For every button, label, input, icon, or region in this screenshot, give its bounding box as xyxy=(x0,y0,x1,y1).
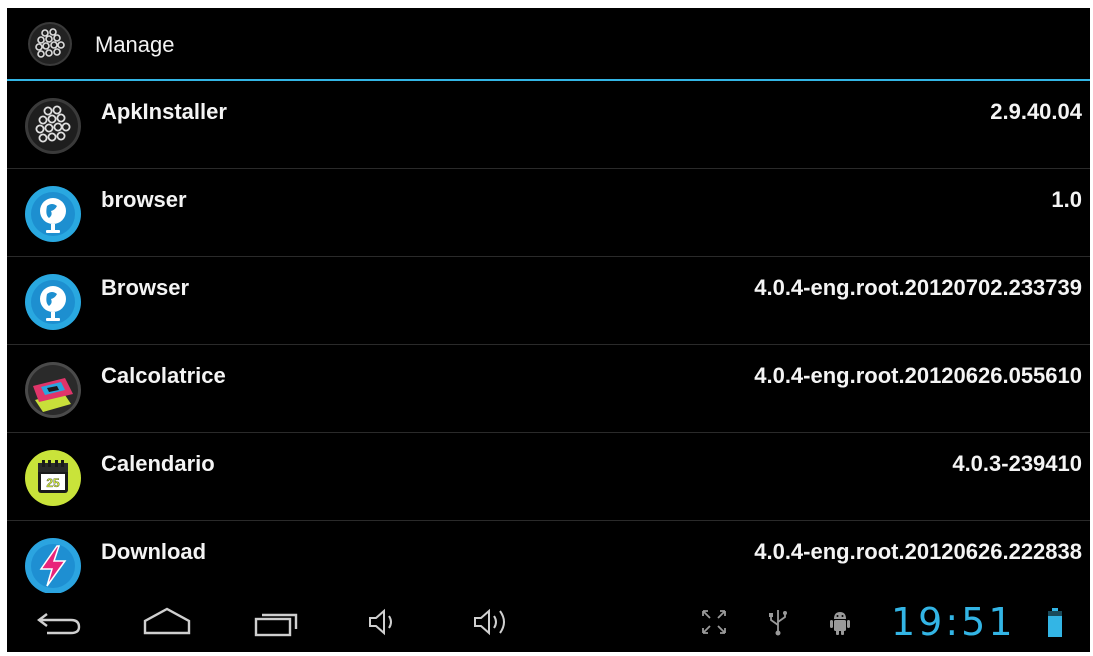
app-name: Browser xyxy=(101,275,190,300)
page-title: Manage xyxy=(95,32,175,57)
system-navigation-bar: 19:51 xyxy=(7,593,1090,652)
download-icon xyxy=(25,538,81,593)
list-item-calendario[interactable]: 25 Calendario 4.0.3-239410 xyxy=(7,433,1090,521)
recent-apps-icon xyxy=(254,613,298,637)
app-version: 1.0 xyxy=(1051,187,1082,212)
status-clock: 19:51 xyxy=(891,600,1016,644)
app-version: 4.0.4-eng.root.20120626.222838 xyxy=(754,539,1082,564)
app-name: Calcolatrice xyxy=(101,363,226,388)
calendar-icon-day: 25 xyxy=(46,476,60,490)
app-list: ApkInstaller 2.9.40.04 browser 1.0 Brows… xyxy=(7,81,1090,593)
calculator-icon xyxy=(25,362,81,418)
recent-apps-button[interactable] xyxy=(247,597,307,647)
app-version: 4.0.4-eng.root.20120702.233739 xyxy=(754,275,1082,300)
fullscreen-icon[interactable] xyxy=(699,607,729,637)
volume-down-button[interactable] xyxy=(352,597,412,647)
usb-icon xyxy=(769,610,787,636)
back-icon xyxy=(37,613,81,635)
app-name: Calendario xyxy=(101,451,215,476)
home-icon xyxy=(143,607,191,635)
apk-installer-icon[interactable] xyxy=(27,21,73,67)
android-debug-icon xyxy=(830,612,850,635)
apk-installer-icon xyxy=(25,98,81,154)
app-name: ApkInstaller xyxy=(101,99,227,124)
globe-browser-icon xyxy=(25,186,81,242)
android-screen: Manage ApkInstaller 2.9.40.04 browser 1.… xyxy=(7,8,1090,652)
volume-up-icon xyxy=(474,608,505,636)
battery-icon xyxy=(1048,608,1062,637)
app-name: browser xyxy=(101,187,187,212)
list-item-browser-lowercase[interactable]: browser 1.0 xyxy=(7,169,1090,257)
list-item-browser[interactable]: Browser 4.0.4-eng.root.20120702.233739 xyxy=(7,257,1090,345)
back-button[interactable] xyxy=(29,597,89,647)
home-button[interactable] xyxy=(137,597,197,647)
app-version: 4.0.4-eng.root.20120626.055610 xyxy=(754,363,1082,388)
calendar-icon: 25 xyxy=(25,450,81,506)
volume-up-button[interactable] xyxy=(462,597,522,647)
app-version: 4.0.3-239410 xyxy=(952,451,1082,476)
list-item-apkinstaller[interactable]: ApkInstaller 2.9.40.04 xyxy=(7,81,1090,169)
list-item-calcolatrice[interactable]: Calcolatrice 4.0.4-eng.root.20120626.055… xyxy=(7,345,1090,433)
app-version: 2.9.40.04 xyxy=(990,99,1082,124)
volume-down-icon xyxy=(369,608,392,636)
action-bar: Manage xyxy=(7,8,1090,79)
app-name: Download xyxy=(101,539,207,564)
list-item-download[interactable]: Download 4.0.4-eng.root.20120626.222838 xyxy=(7,521,1090,593)
globe-browser-icon xyxy=(25,274,81,330)
